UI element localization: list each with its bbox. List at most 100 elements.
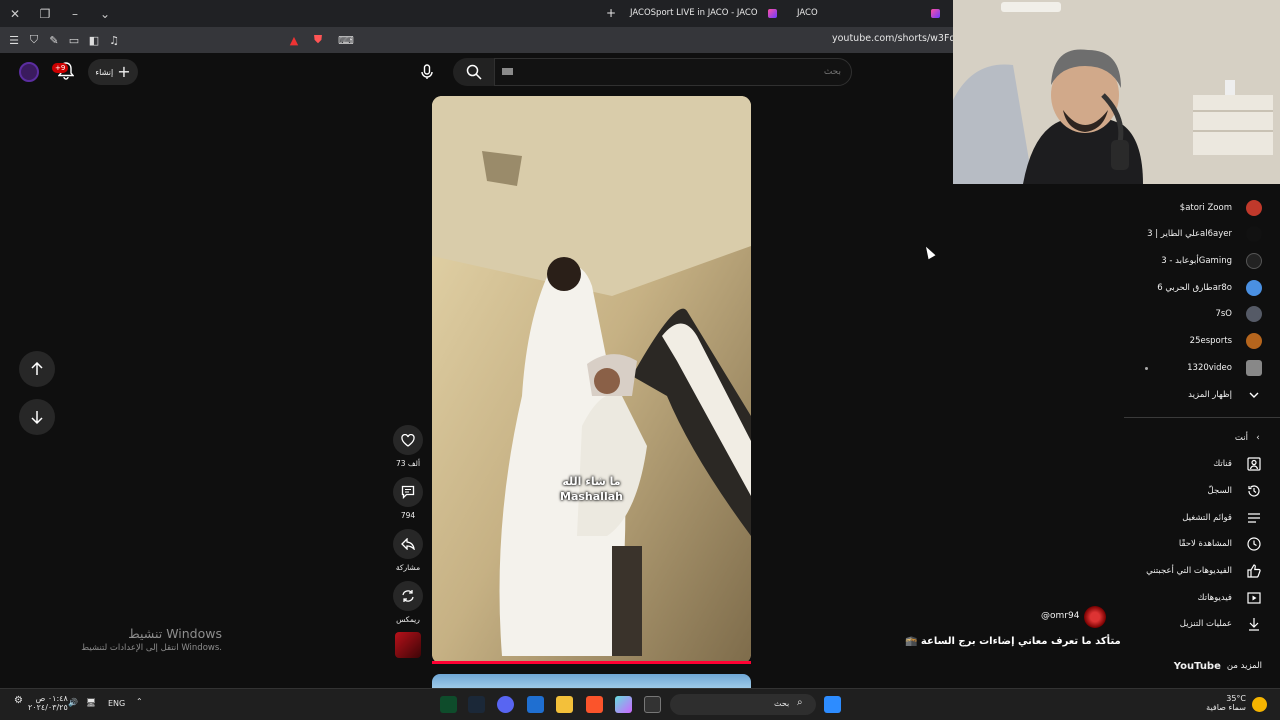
create-button[interactable]: إنشاء + (88, 59, 138, 85)
weather-widget[interactable]: 35°C سماء صافية (1206, 694, 1246, 712)
windows-start-icon[interactable] (824, 696, 841, 713)
taskbar-app-icon[interactable] (615, 696, 632, 713)
search-button[interactable] (453, 58, 495, 86)
taskbar-search[interactable] (670, 694, 816, 715)
sun-icon (1252, 697, 1267, 712)
sidebar-item-subscription[interactable]: طارق الحربي 6ar8o (1157, 278, 1262, 298)
sidebar-item-label: عمليات التنزيل (1179, 619, 1232, 629)
channel-avatar (1246, 226, 1262, 242)
language-indicator[interactable]: ENG (108, 699, 125, 708)
extension-icon[interactable]: ✎ (44, 27, 64, 53)
tab-jacosport[interactable]: JACOSport LIVE in JACO - JACO (630, 4, 758, 22)
share-button[interactable]: مشاركة (393, 529, 423, 572)
channel-avatar (1246, 253, 1262, 269)
sidebar-show-more[interactable]: إظهار المزيد (1188, 385, 1262, 405)
previous-short-button[interactable] (19, 351, 55, 387)
network-icon[interactable]: 🖥 (86, 698, 96, 707)
caption-english: Mashallah (560, 490, 623, 503)
settings-icon[interactable]: ⚙ (14, 695, 23, 706)
sidebar-item-label: المشاهدة لاحقًا (1178, 539, 1232, 549)
sidebar-icon[interactable]: ◧ (84, 27, 104, 53)
cast-icon[interactable]: ⌨ (336, 27, 356, 53)
download-icon (1246, 616, 1262, 632)
brave-icon[interactable] (586, 696, 603, 713)
channel-avatar[interactable] (1084, 606, 1106, 628)
windows-activation-watermark: تنشيط Windows انتقل إلى الإعدادات لتنشيط… (64, 626, 222, 653)
sidebar-item-subscription[interactable]: 1320video (1187, 358, 1262, 378)
watermark-subtitle: انتقل إلى الإعدادات لتنشيط Windows. (81, 643, 222, 653)
like-button[interactable]: 73 ألف (393, 425, 423, 468)
sidebar-item-label: السجلّ (1207, 486, 1232, 496)
restore-icon[interactable]: ❐ (30, 0, 60, 27)
video-progress-bar[interactable] (432, 661, 751, 664)
comment-icon (401, 485, 415, 499)
sidebar-item-subscription[interactable]: 25esports (1190, 331, 1262, 351)
next-short-preview[interactable] (432, 674, 751, 688)
folder-icon[interactable] (556, 696, 573, 713)
tab-label: JACOSport LIVE in JACO - JACO (630, 8, 758, 18)
subscription-name: علي الطاير | 3al6ayer (1147, 229, 1232, 239)
clock[interactable]: ٠١:٤٨ ص ٢٠٢٤/٠٣/٢٥ (28, 694, 68, 712)
brave-rewards-icon[interactable]: ▲ (284, 27, 304, 53)
volume-icon[interactable]: 🔊 (68, 698, 78, 707)
shield-icon[interactable]: ⛉ (24, 27, 44, 53)
heart-icon (401, 433, 415, 447)
chevron-down-icon[interactable]: ⌄ (90, 0, 120, 27)
remix-button[interactable]: ريمكس (393, 581, 423, 624)
you-header-label: أنت (1234, 433, 1248, 443)
menu-icon[interactable]: ☰ (4, 27, 24, 53)
tabs-icon[interactable]: ▭ (64, 27, 84, 53)
music-icon[interactable]: ♫ (104, 27, 124, 53)
microphone-icon[interactable] (415, 60, 439, 84)
sidebar-item-label: الفيديوهات التي أعجبتني (1146, 566, 1232, 576)
subscription-name: 25esports (1189, 336, 1232, 346)
comments-button[interactable]: 794 (393, 477, 423, 520)
play-box-icon (1246, 590, 1262, 606)
subscription-name: $atori Zoom (1179, 203, 1232, 213)
new-tab-button[interactable]: + (606, 4, 616, 22)
sidebar-you-header[interactable]: أنت ‹ (1235, 428, 1262, 448)
sound-thumbnail[interactable] (395, 632, 421, 658)
next-short-button[interactable] (19, 399, 55, 435)
sidebar-item-your-channel[interactable]: قناتك (1213, 454, 1262, 474)
sidebar-item-subscription[interactable]: 7sO (1215, 304, 1262, 324)
tab-jaco[interactable]: JACO (768, 4, 818, 22)
taskbar-app-icon[interactable] (440, 696, 457, 713)
channel-avatar (1246, 360, 1262, 376)
close-icon[interactable]: ✕ (0, 0, 30, 27)
show-more-label: إظهار المزيد (1188, 390, 1232, 400)
steam-icon[interactable] (468, 696, 485, 713)
sidebar-item-liked-videos[interactable]: الفيديوهات التي أعجبتني (1146, 561, 1262, 581)
terminal-icon[interactable] (644, 696, 661, 713)
sidebar-item-subscription[interactable]: علي الطاير | 3al6ayer (1147, 224, 1262, 244)
mouse-pointer (922, 244, 936, 260)
sidebar-item-playlists[interactable]: قوائم التشغيل (1182, 508, 1262, 528)
sidebar-item-subscription[interactable]: $atori Zoom (1180, 198, 1262, 218)
video-frame (432, 96, 751, 664)
shorts-video-player[interactable]: ما شاء الله Mashallah (432, 96, 751, 664)
sidebar-item-subscription[interactable]: أبوعابد - 3Gaming (1161, 251, 1262, 271)
search-icon (466, 64, 482, 80)
history-icon (1246, 483, 1262, 499)
brave-shield-icon[interactable]: ⛊ (308, 27, 328, 53)
minimize-icon[interactable]: – (60, 0, 90, 27)
search-input[interactable] (495, 59, 851, 85)
sidebar-item-watch-later[interactable]: المشاهدة لاحقًا (1179, 534, 1262, 554)
channel-handle[interactable]: @omr94 (1041, 611, 1079, 621)
sidebar-item-history[interactable]: السجلّ (1208, 481, 1262, 501)
avatar[interactable] (19, 62, 39, 82)
address-bar[interactable]: youtube.com/shorts/w3FdL9i (832, 33, 969, 44)
discord-icon[interactable] (497, 696, 514, 713)
subscription-name: طارق الحربي 6ar8o (1157, 283, 1232, 293)
tab-extra[interactable] (931, 4, 940, 22)
remix-icon (402, 590, 414, 602)
chevron-up-icon[interactable]: ⌃ (136, 697, 143, 706)
sidebar-item-downloads[interactable]: عمليات التنزيل (1180, 614, 1262, 634)
twitch-icon (768, 8, 777, 18)
sidebar-item-your-videos[interactable]: فيديوهاتك (1198, 588, 1262, 608)
video-caption: ما شاء الله Mashallah (432, 474, 751, 504)
sidebar-item-label: قوائم التشغيل (1182, 513, 1232, 523)
share-icon (401, 538, 415, 550)
remix-label: ريمكس (396, 615, 420, 624)
store-icon[interactable] (527, 696, 544, 713)
